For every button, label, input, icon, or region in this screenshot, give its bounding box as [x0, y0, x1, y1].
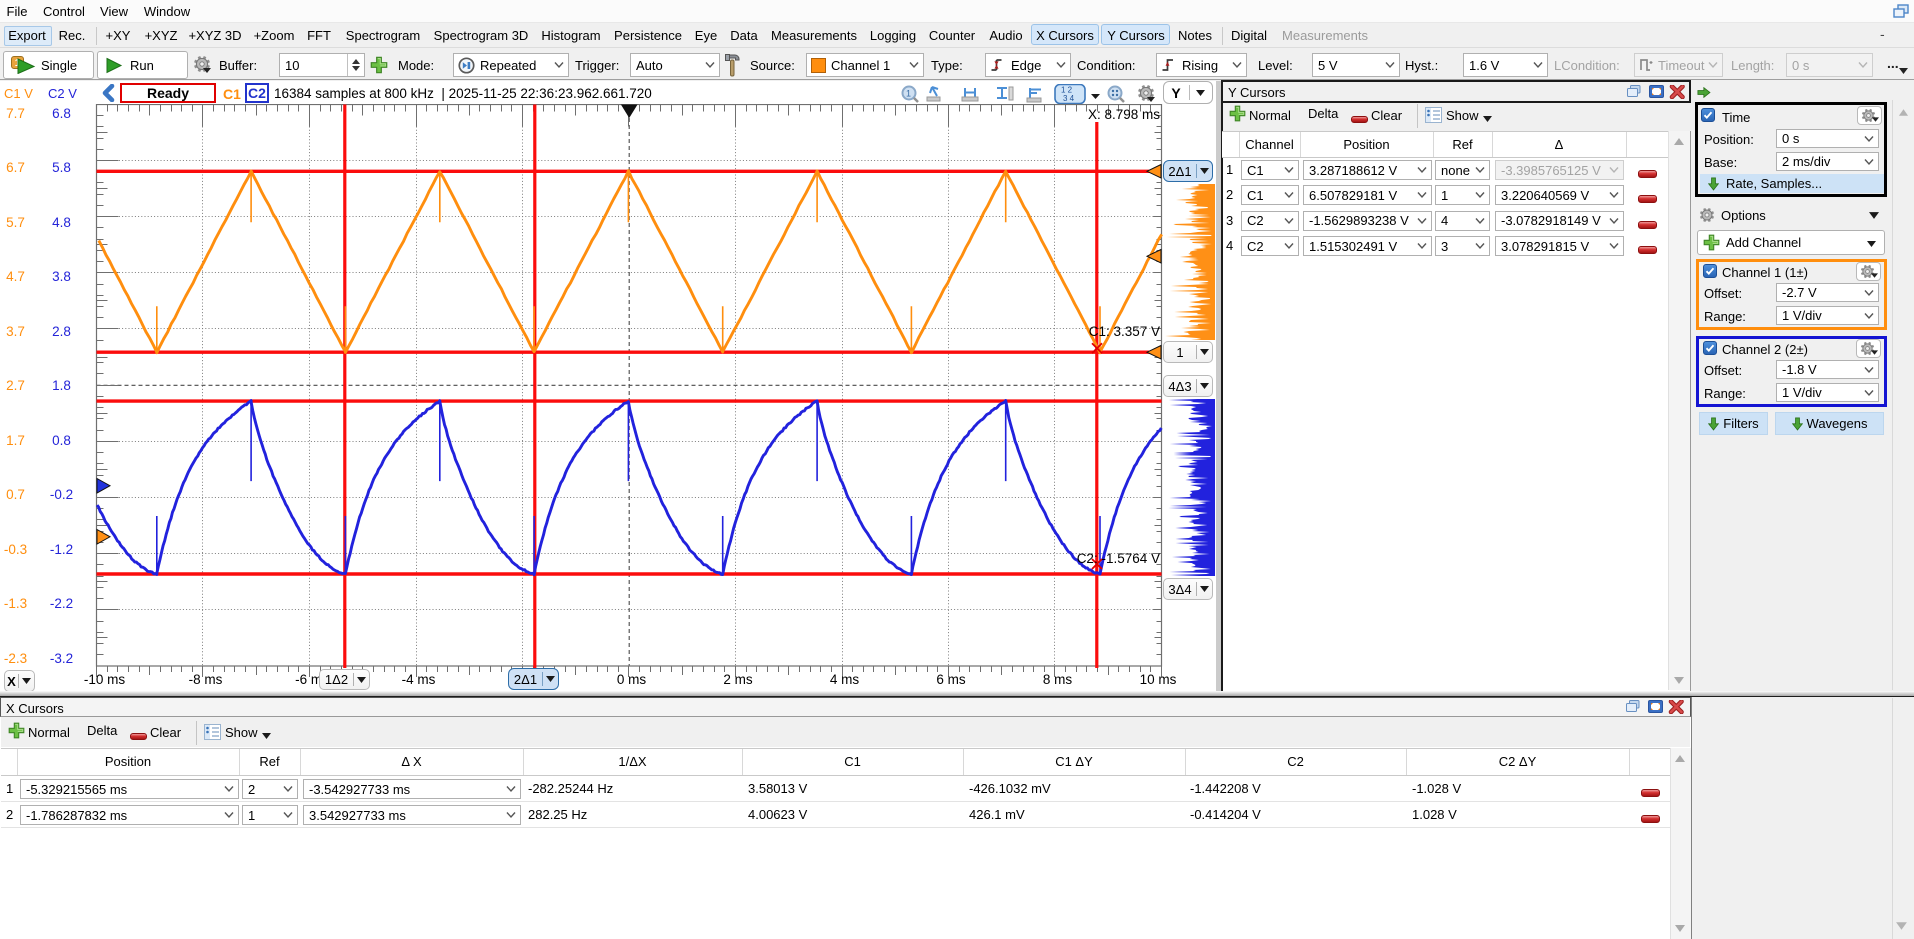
svg-text:3 4: 3 4	[1063, 94, 1075, 103]
svg-text:1: 1	[906, 89, 911, 99]
